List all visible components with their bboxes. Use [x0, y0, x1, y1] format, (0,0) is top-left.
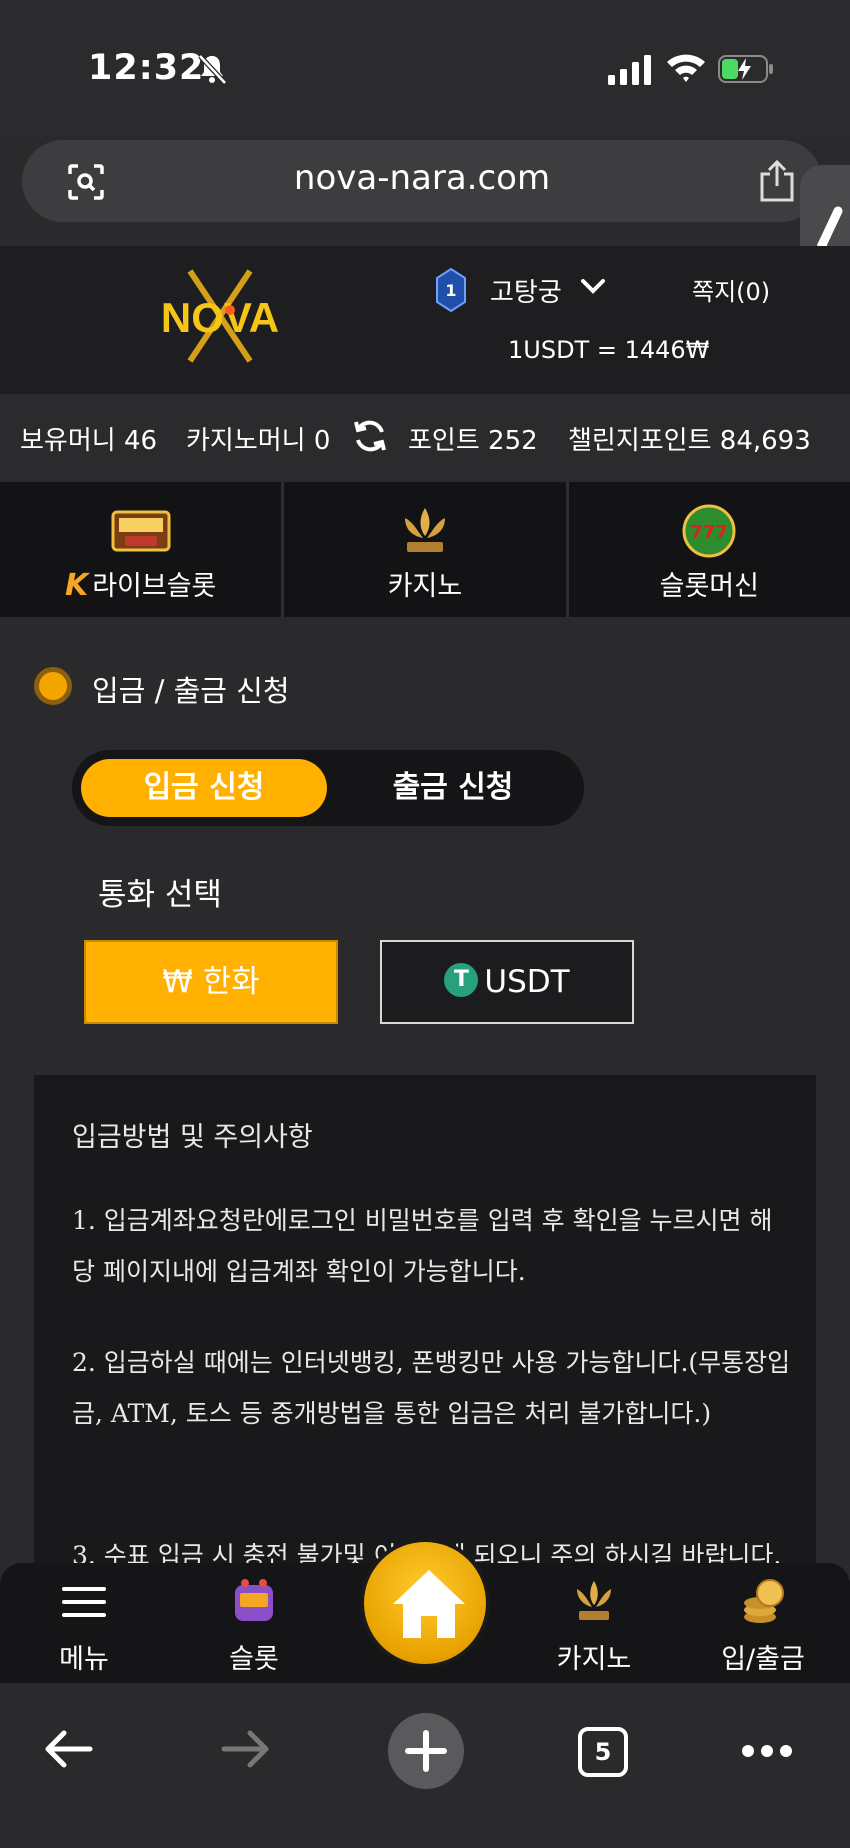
- casino-icon: [577, 1581, 611, 1620]
- notice-title: 입금방법 및 주의사항: [72, 1122, 313, 1153]
- status-time: 12:32: [88, 48, 205, 88]
- exchange-rate: 1USDT = 1446₩: [508, 336, 710, 364]
- casino-icon: [404, 508, 445, 552]
- deposit-notice: 입금방법 및 주의사항 1. 입금계좌요청란에로그인 비밀번호를 입력 후 확인…: [34, 1075, 816, 1595]
- rank-badge-icon: 1: [436, 268, 466, 312]
- tab-deposit[interactable]: 입금 신청: [81, 759, 327, 817]
- site-header: NOVA 1 고탕궁 쪽지(0) 1USDT = 1446₩: [0, 246, 850, 394]
- currency-krw-button[interactable]: ₩ 한화: [84, 940, 338, 1024]
- refresh-icon[interactable]: [352, 418, 388, 454]
- rank-number: 1: [445, 281, 456, 300]
- nova-logo[interactable]: NOVA: [130, 266, 310, 366]
- category-slot-machine[interactable]: 777 슬롯머신: [569, 482, 850, 617]
- casino-money: 카지노머니 0: [186, 426, 331, 456]
- nav-label: 슬롯: [229, 1644, 279, 1675]
- back-arrow-icon[interactable]: [42, 1727, 94, 1771]
- username[interactable]: 고탕궁: [490, 272, 562, 309]
- menu-icon: [62, 1587, 106, 1617]
- forward-arrow-icon[interactable]: [220, 1727, 272, 1771]
- deposit-withdraw-tabs: 입금 신청 출금 신청: [72, 750, 584, 826]
- category-label: 라이브슬롯: [92, 571, 217, 602]
- tether-icon: [444, 963, 479, 997]
- holding-money: 보유머니 46: [20, 426, 158, 456]
- usdt-label: USDT: [484, 964, 570, 1000]
- notice-item: 2. 입금하실 때에는 인터넷뱅킹, 폰뱅킹만 사용 가능합니다.(무통장입금,…: [72, 1348, 791, 1428]
- cellular-signal-icon: [608, 55, 651, 85]
- currency-label: 통화 선택: [98, 877, 222, 913]
- currency-usdt-button[interactable]: USDT: [380, 940, 634, 1024]
- home-icon: [393, 1570, 465, 1638]
- category-label: 슬롯머신: [659, 571, 759, 602]
- slot-machine-icon: 777: [682, 504, 736, 558]
- slot-icon: [235, 1579, 273, 1621]
- nav-menu[interactable]: 메뉴: [24, 1563, 144, 1683]
- chevron-down-icon[interactable]: [580, 276, 606, 296]
- svg-text:777: 777: [691, 522, 729, 543]
- main-content: 입금 / 출금 신청 입금 신청 출금 신청 통화 선택 ₩ 한화 USDT 입…: [0, 617, 850, 1595]
- tab-withdraw[interactable]: 출금 신청: [330, 759, 576, 817]
- share-icon[interactable]: [758, 160, 796, 202]
- section-bullet-icon: [34, 667, 72, 705]
- wifi-icon: [667, 54, 705, 82]
- new-tab-button[interactable]: [388, 1713, 464, 1789]
- status-bar: 12:32: [0, 0, 850, 135]
- section-title: 입금 / 출금 신청: [92, 674, 290, 708]
- nav-casino[interactable]: 카지노: [534, 1563, 654, 1683]
- browser-toolbar: 5: [0, 1683, 850, 1848]
- points: 포인트 252: [408, 426, 538, 456]
- notice-item: 1. 입금계좌요청란에로그인 비밀번호를 입력 후 확인을 누르시면 해당 페이…: [72, 1206, 773, 1286]
- home-button[interactable]: [360, 1538, 490, 1668]
- url-text[interactable]: nova-nara.com: [22, 158, 822, 198]
- nav-label: 카지노: [556, 1644, 632, 1675]
- category-label: 카지노: [387, 571, 463, 602]
- tab-count-button[interactable]: 5: [578, 1727, 628, 1777]
- bell-off-icon: [198, 54, 227, 85]
- nav-slot[interactable]: 슬롯: [194, 1563, 314, 1683]
- nav-label: 입/출금: [721, 1644, 805, 1675]
- challenge-points: 챌린지포인트 84,693: [568, 426, 811, 456]
- k-logo-icon: K: [64, 568, 89, 603]
- logo-text: NOVA: [161, 294, 279, 341]
- live-slot-icon: [111, 510, 171, 552]
- more-options-icon[interactable]: [740, 1743, 794, 1759]
- address-bar[interactable]: nova-nara.com: [22, 140, 822, 222]
- plus-icon: [405, 1730, 447, 1772]
- nav-deposit-withdraw[interactable]: 입/출금: [703, 1563, 823, 1683]
- category-live-slot[interactable]: K 라이브슬롯: [0, 482, 285, 617]
- messages-link[interactable]: 쪽지(0): [692, 272, 770, 307]
- nav-label: 메뉴: [59, 1644, 109, 1675]
- category-casino[interactable]: 카지노: [284, 482, 569, 617]
- coins-icon: [744, 1579, 784, 1623]
- battery-charging-icon: [718, 55, 773, 83]
- category-nav: K 라이브슬롯 카지노 777 슬롯머신: [0, 482, 850, 617]
- balance-bar: 보유머니 46 카지노머니 0 포인트 252 챌린지포인트 84,693: [0, 394, 850, 482]
